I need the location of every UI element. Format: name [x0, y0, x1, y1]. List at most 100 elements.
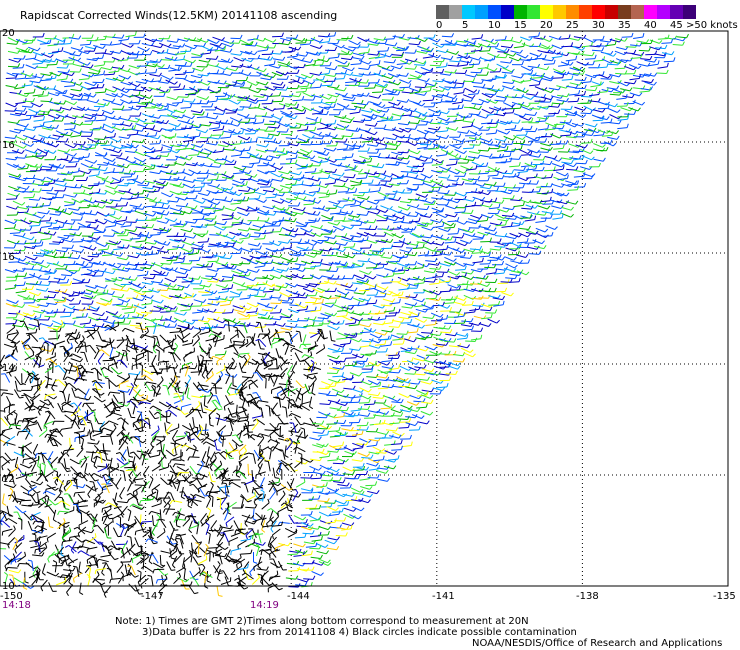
wind-barb — [500, 45, 511, 49]
wind-barb-tick — [25, 123, 29, 128]
wind-barb-tick — [152, 125, 156, 130]
wind-barb — [414, 110, 425, 116]
wind-barb-tick — [176, 149, 181, 154]
wind-barb-tick — [282, 147, 285, 153]
wind-barb — [535, 220, 546, 223]
wind-barb-tick — [61, 117, 65, 122]
wind-barb — [292, 38, 303, 42]
wind-barb-tick — [181, 98, 184, 103]
wind-barb-tick — [104, 167, 108, 172]
wind-barb-tick — [449, 150, 454, 155]
wind-barb-tick — [229, 94, 233, 99]
wind-barb-tick — [478, 132, 483, 137]
wind-barb-tick — [288, 199, 293, 204]
wind-barb-tick — [118, 138, 122, 143]
wind-barb-tick — [585, 159, 588, 164]
wind-barb — [432, 80, 443, 83]
wind-barb — [174, 73, 185, 76]
wind-barb — [64, 204, 75, 207]
wind-barb-tick — [455, 153, 459, 157]
wind-barb — [398, 211, 408, 216]
wind-barb — [480, 154, 491, 158]
wind-barb-tick — [62, 223, 65, 228]
wind-barb — [525, 135, 535, 141]
wind-barb-tick — [393, 194, 396, 199]
wind-barb-tick — [499, 67, 502, 72]
wind-barb — [300, 148, 310, 154]
wind-barb-tick — [338, 244, 341, 250]
wind-barb — [337, 65, 348, 67]
wind-barb — [126, 133, 138, 136]
wind-barb-tick — [407, 154, 410, 159]
wind-barb — [73, 143, 84, 146]
wind-barb-tick — [525, 89, 529, 94]
wind-barb-tick — [161, 209, 165, 214]
wind-barb — [191, 143, 201, 148]
wind-barb — [64, 100, 75, 106]
wind-barb — [502, 81, 513, 84]
wind-barb-tick — [653, 81, 657, 86]
wind-barb-tick — [197, 249, 200, 254]
wind-barb — [470, 71, 481, 74]
wind-barb-tick — [496, 167, 501, 172]
wind-barb — [431, 164, 442, 166]
wind-barb-tick — [423, 91, 428, 96]
wind-barb — [617, 127, 628, 130]
wind-barb — [527, 246, 538, 250]
wind-barb-tick — [136, 254, 140, 258]
wind-barb-tick — [39, 227, 42, 233]
wind-barb-tick — [368, 60, 372, 65]
wind-barb-tick — [313, 242, 318, 246]
wind-barb-tick — [272, 188, 276, 193]
wind-barb — [207, 260, 218, 263]
wind-barb-tick — [490, 118, 493, 124]
wind-barb-tick — [32, 179, 35, 184]
wind-barb — [504, 128, 515, 131]
wind-barb-tick — [602, 71, 605, 76]
wind-barb — [419, 155, 430, 159]
wind-barb — [396, 49, 407, 52]
wind-barb — [6, 42, 17, 45]
wind-barb-tick — [589, 150, 594, 154]
wind-barb-tick — [345, 104, 350, 108]
wind-barb — [470, 214, 480, 219]
wind-barb — [432, 211, 443, 214]
wind-barb — [222, 141, 232, 146]
wind-barb-tick — [504, 35, 507, 40]
wind-barb — [228, 99, 238, 105]
wind-barb — [13, 109, 25, 112]
wind-barb — [304, 221, 316, 224]
wind-barb-tick — [466, 60, 469, 66]
wind-barb-tick — [394, 135, 398, 140]
wind-barb-tick — [495, 129, 498, 134]
wind-barb — [57, 236, 68, 240]
wind-barb-tick — [205, 129, 209, 134]
wind-barb-tick — [562, 165, 565, 170]
wind-barb — [37, 39, 47, 44]
wind-barb — [237, 228, 248, 232]
wind-barb-tick — [90, 185, 94, 190]
wind-barb-tick — [528, 225, 531, 230]
wind-barb-tick — [161, 64, 165, 68]
wind-barb-tick — [110, 179, 115, 184]
wind-barb-tick — [458, 133, 462, 138]
wind-barb-tick — [511, 104, 514, 109]
wind-barb — [629, 78, 640, 81]
wind-barb — [516, 53, 526, 59]
wind-barb — [515, 254, 526, 258]
wind-barb — [262, 232, 273, 235]
wind-barb — [513, 45, 524, 49]
wind-barb-tick — [230, 264, 235, 269]
wind-barb-tick — [49, 97, 53, 102]
wind-barb — [44, 37, 55, 40]
wind-barb-tick — [414, 251, 418, 256]
wind-barb — [91, 253, 103, 256]
wind-barb — [39, 220, 50, 222]
wind-barb — [420, 236, 431, 239]
wind-barb — [47, 136, 59, 140]
wind-barb — [268, 155, 279, 159]
wind-barb — [149, 234, 160, 236]
wind-barb — [405, 127, 416, 130]
wind-barb-tick — [549, 98, 553, 103]
wind-barb-tick — [377, 78, 380, 83]
